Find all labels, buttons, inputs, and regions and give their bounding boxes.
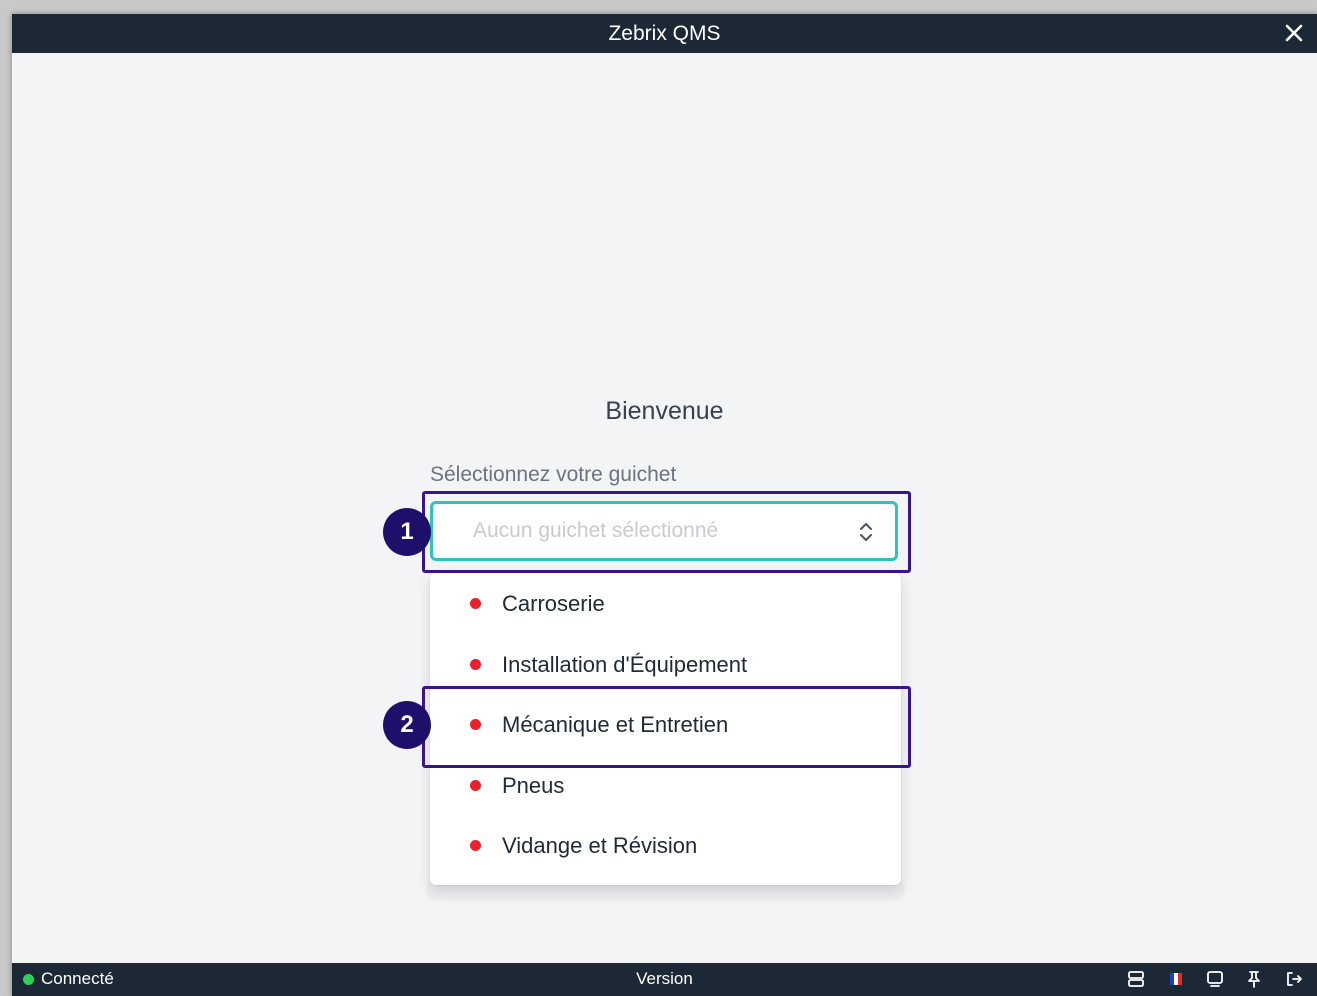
- status-dot: [470, 719, 481, 730]
- counter-dropdown-list: Carroserie Installation d'Équipement Méc…: [430, 573, 901, 885]
- counter-option[interactable]: Carroserie: [430, 573, 901, 633]
- counter-option[interactable]: Pneus: [430, 755, 901, 815]
- welcome-heading: Bienvenue: [605, 397, 724, 425]
- counter-option-label: Carroserie: [502, 591, 605, 616]
- server-icon[interactable]: [1126, 969, 1146, 989]
- status-dot: [470, 598, 481, 609]
- annotation-badge-1: 1: [383, 508, 431, 556]
- title-bar: Zebrix QMS: [12, 14, 1317, 53]
- chevron-up-down-icon: [857, 519, 875, 545]
- status-dot: [470, 840, 481, 851]
- logout-icon[interactable]: [1284, 969, 1304, 989]
- counter-option[interactable]: Installation d'Équipement: [430, 634, 901, 694]
- counter-select-placeholder: Aucun guichet sélectionné: [473, 519, 719, 542]
- counter-option-label: Mécanique et Entretien: [502, 712, 729, 737]
- counter-select-label: Sélectionnez votre guichet: [430, 463, 677, 486]
- flag-fr-icon[interactable]: [1166, 969, 1186, 989]
- counter-option[interactable]: Mécanique et Entretien: [430, 694, 901, 754]
- version-label[interactable]: Version: [12, 963, 1317, 994]
- counter-select[interactable]: Aucun guichet sélectionné: [430, 501, 898, 561]
- counter-option-label: Pneus: [502, 773, 565, 798]
- status-bar: Connecté Version: [12, 963, 1317, 996]
- app-window: Zebrix QMS Bienvenue Sélectionnez votre …: [12, 14, 1317, 996]
- annotation-badge-2: 2: [383, 701, 431, 749]
- counter-option-label: Vidange et Révision: [502, 833, 698, 858]
- counter-option[interactable]: Vidange et Révision: [430, 815, 901, 875]
- status-dot: [470, 780, 481, 791]
- window-title: Zebrix QMS: [608, 22, 721, 45]
- counter-option-label: Installation d'Équipement: [502, 652, 748, 677]
- pin-icon[interactable]: [1244, 969, 1264, 989]
- close-icon[interactable]: [1283, 22, 1305, 44]
- status-dot: [470, 659, 481, 670]
- display-icon[interactable]: [1205, 969, 1225, 989]
